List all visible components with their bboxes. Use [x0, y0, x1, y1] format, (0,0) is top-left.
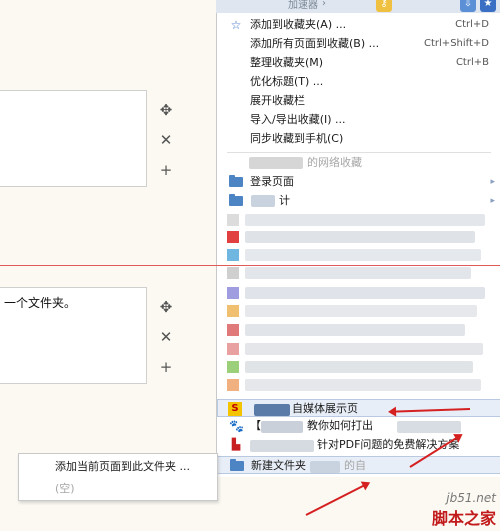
folder-label-suffix: 的自	[344, 459, 366, 472]
download-icon[interactable]: ⇩	[460, 0, 476, 12]
favicon	[227, 231, 239, 243]
blurred-bookmark[interactable]	[245, 214, 485, 226]
close-icon[interactable]: ✕	[155, 125, 177, 155]
section-header-label: 的网络收藏	[307, 156, 362, 169]
menu-item-label: 优化标题(T) ...	[250, 75, 324, 88]
block-1-tools: ✥ ✕ +	[155, 95, 177, 185]
bookmark-prefix: 【	[250, 419, 261, 432]
favicon	[227, 267, 239, 279]
menu-item-label: 添加所有页面到收藏(B) ...	[250, 37, 380, 50]
block-2-tools: ✥ ✕ +	[155, 292, 177, 382]
menu-item-sync-phone[interactable]: 同步收藏到手机(C)	[217, 130, 500, 148]
sohu-favicon-icon: S	[228, 402, 242, 416]
folder-icon	[230, 459, 244, 471]
menu-item-shortcut: Ctrl+D	[455, 19, 489, 30]
blurred-bookmark[interactable]	[245, 249, 481, 261]
blurred-bookmark[interactable]	[245, 231, 475, 243]
menu-item-add-favorite[interactable]: ☆ 添加到收藏夹(A) ... Ctrl+D	[217, 16, 500, 34]
folder-label: 计	[279, 194, 290, 207]
star-outline-icon: ☆	[230, 18, 242, 32]
browser-toolbar: 加速器 › ⚷ ⇩ ★	[216, 0, 500, 13]
toolbar-title-fragment: 加速器	[288, 0, 318, 11]
chevron-right-icon: ▸	[490, 177, 495, 187]
favicon	[227, 305, 239, 317]
blurred-text	[254, 404, 290, 416]
blurred-bookmark[interactable]	[245, 379, 481, 391]
bookmark-label: 自媒体展示页	[292, 402, 358, 415]
blurred-text	[251, 195, 275, 207]
menu-separator	[227, 152, 491, 153]
favicon	[227, 379, 239, 391]
folder-item-login[interactable]: 登录页面 ▸	[217, 173, 500, 191]
plus-icon[interactable]: +	[155, 352, 177, 382]
bookmark-label: 针对PDF问题的免费解决方案	[317, 438, 460, 451]
site-watermark: jb51.net 脚本之家	[432, 491, 496, 529]
horizontal-guide-line	[0, 265, 500, 266]
text-block-1[interactable]	[0, 90, 147, 187]
menu-item-label: 同步收藏到手机(C)	[250, 132, 344, 145]
menu-item-label: 整理收藏夹(M)	[250, 56, 324, 69]
favicon	[227, 324, 239, 336]
submenu-item-add-current-page[interactable]: 添加当前页面到此文件夹 ...	[19, 458, 217, 476]
menu-item-optimize-title[interactable]: 优化标题(T) ...	[217, 73, 500, 91]
blurred-bookmark[interactable]	[245, 305, 477, 317]
menu-item-shortcut: Ctrl+B	[455, 57, 489, 68]
menu-item-organize[interactable]: 整理收藏夹(M) Ctrl+B	[217, 54, 500, 72]
menu-item-add-all-pages[interactable]: 添加所有页面到收藏(B) ... Ctrl+Shift+D	[217, 35, 500, 53]
folder-item-new[interactable]: 新建文件夹 的自	[217, 456, 500, 474]
bookmark-label: 教你如何打出	[307, 419, 373, 432]
folder-icon	[229, 175, 243, 187]
plus-icon[interactable]: +	[155, 155, 177, 185]
favicon	[227, 343, 239, 355]
submenu-item-empty: (空)	[19, 480, 217, 498]
blurred-bookmark[interactable]	[245, 343, 483, 355]
favicon	[227, 214, 239, 226]
menu-item-expand-bar[interactable]: 展开收藏栏	[217, 92, 500, 110]
blurred-bookmark[interactable]	[245, 324, 465, 336]
blurred-text	[310, 461, 340, 473]
menu-item-label: 添加到收藏夹(A) ...	[250, 18, 347, 31]
menu-item-label: 导入/导出收藏(I) ...	[250, 113, 346, 126]
annotation-arrow	[305, 482, 369, 516]
watermark-site: jb51.net	[446, 491, 496, 505]
blurred-text	[397, 421, 461, 433]
favorites-menu: ☆ 添加到收藏夹(A) ... Ctrl+D 添加所有页面到收藏(B) ... …	[216, 13, 500, 477]
favicon	[227, 287, 239, 299]
submenu-item-label: (空)	[55, 482, 75, 495]
watermark-name: 脚本之家	[431, 509, 496, 528]
blurred-username	[249, 157, 303, 169]
key-icon[interactable]: ⚷	[376, 0, 392, 12]
folder-icon	[229, 194, 243, 206]
folder-submenu: 添加当前页面到此文件夹 ... (空)	[18, 453, 218, 501]
favicon	[227, 361, 239, 373]
close-icon[interactable]: ✕	[155, 322, 177, 352]
favicon	[227, 249, 239, 261]
blurred-text	[261, 421, 303, 433]
folder-item-design[interactable]: 计 ▸	[217, 192, 500, 210]
section-header-network-favorites: 的网络收藏	[217, 154, 500, 172]
menu-item-shortcut: Ctrl+Shift+D	[424, 38, 489, 49]
folder-label: 登录页面	[250, 175, 294, 188]
paw-icon: 🐾	[229, 419, 244, 433]
chevron-icon[interactable]: ›	[316, 0, 332, 12]
blurred-bookmark[interactable]	[245, 287, 485, 299]
folder-label: 新建文件夹	[251, 459, 306, 472]
move-icon[interactable]: ✥	[155, 292, 177, 322]
text-block-2-content: 一个文件夹。	[4, 296, 77, 310]
blurred-bookmark[interactable]	[245, 267, 471, 279]
menu-item-label: 展开收藏栏	[250, 94, 305, 107]
submenu-item-label: 添加当前页面到此文件夹 ...	[55, 460, 190, 473]
blurred-text	[250, 440, 314, 452]
star-icon[interactable]: ★	[480, 0, 496, 12]
blurred-bookmark[interactable]	[245, 361, 473, 373]
move-icon[interactable]: ✥	[155, 95, 177, 125]
text-block-2[interactable]: 一个文件夹。	[0, 287, 147, 384]
chevron-right-icon: ▸	[490, 196, 495, 206]
pdf-icon: ▙	[231, 438, 241, 451]
menu-item-import-export[interactable]: 导入/导出收藏(I) ...	[217, 111, 500, 129]
